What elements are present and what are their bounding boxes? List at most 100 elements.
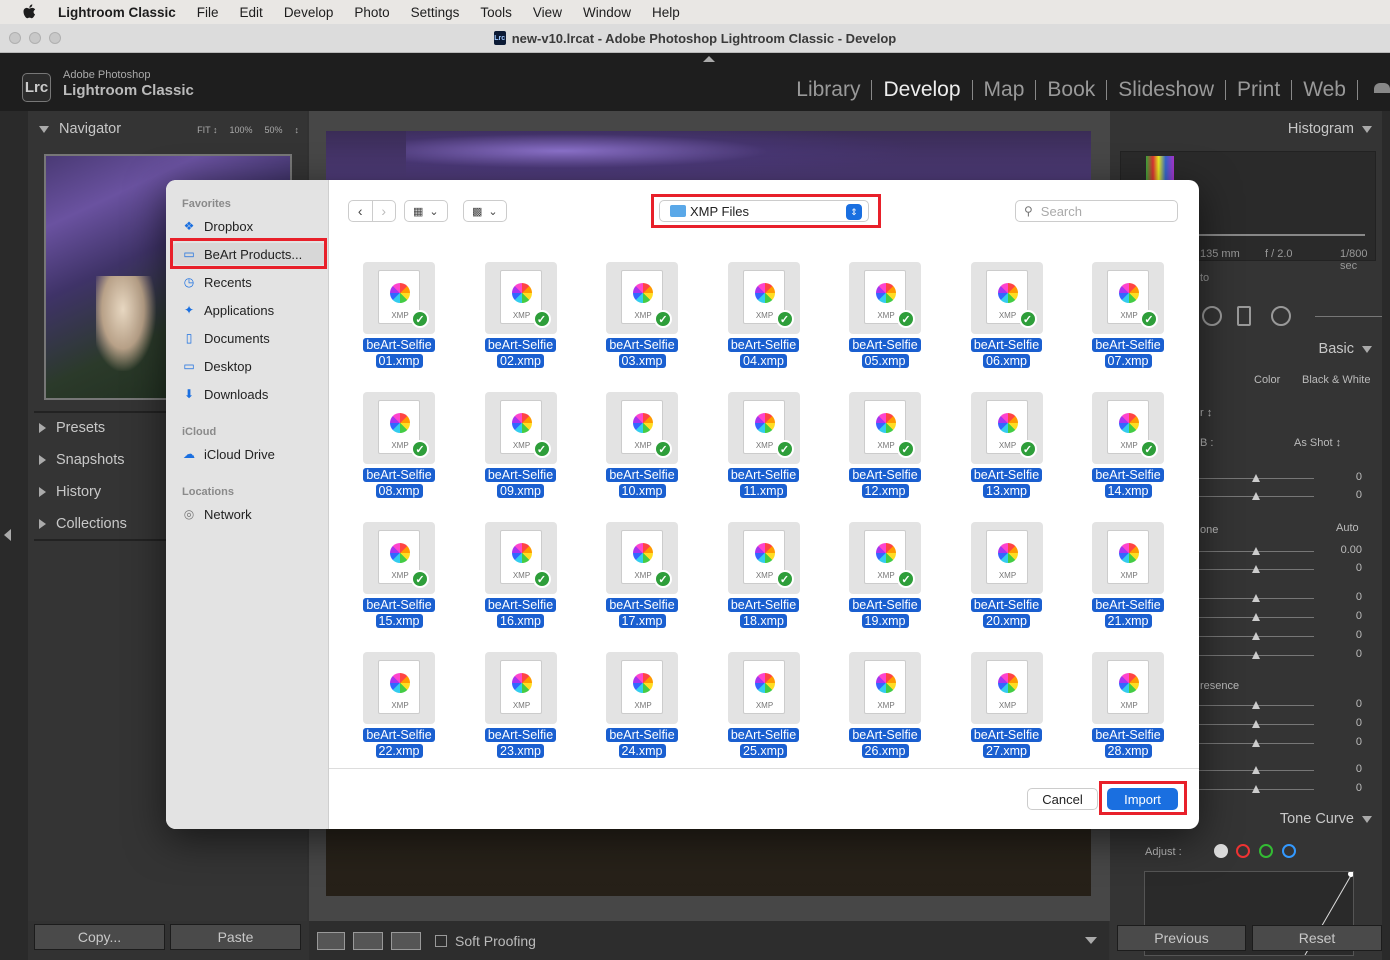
highlights-slider[interactable]	[1194, 594, 1314, 602]
saturation-slider[interactable]	[1194, 785, 1314, 793]
color-treatment[interactable]: Color	[1254, 374, 1280, 386]
temp-value[interactable]: 0	[1356, 471, 1362, 483]
file-item[interactable]: XMP ✓ beArt-Selfie 19.xmp	[815, 502, 925, 628]
red-channel-icon[interactable]	[1236, 844, 1250, 858]
slider-knob[interactable]	[1252, 594, 1260, 602]
whites-value[interactable]: 0	[1356, 629, 1362, 641]
reset-button[interactable]: Reset	[1252, 925, 1382, 951]
module-print[interactable]: Print	[1226, 78, 1291, 102]
zoom-fit[interactable]: FIT ↕	[197, 125, 217, 135]
forward-arrow-icon[interactable]: ›	[373, 201, 396, 221]
tint-slider[interactable]	[1194, 492, 1314, 500]
file-item[interactable]: XMP ✓ beArt-Selfie 03.xmp	[572, 242, 682, 368]
slider-knob[interactable]	[1252, 785, 1260, 793]
bw-treatment[interactable]: Black & White	[1302, 374, 1370, 386]
cancel-button[interactable]: Cancel	[1027, 788, 1098, 810]
exposure-slider[interactable]	[1194, 547, 1314, 555]
before-after-split-icon[interactable]	[391, 931, 421, 950]
slider-knob[interactable]	[1252, 720, 1260, 728]
menu-tools[interactable]: Tools	[480, 5, 512, 20]
file-item[interactable]: XMP ✓ beArt-Selfie 07.xmp	[1058, 242, 1168, 368]
file-item[interactable]: XMP ✓ beArt-Selfie 17.xmp	[572, 502, 682, 628]
sidebar-item-documents[interactable]: ▯ Documents	[182, 327, 322, 349]
group-by-button[interactable]: ▩ ⌄	[463, 200, 507, 222]
blacks-slider[interactable]	[1194, 651, 1314, 659]
whites-slider[interactable]	[1194, 632, 1314, 640]
menu-settings[interactable]: Settings	[411, 5, 460, 20]
sidebar-item-recents[interactable]: ◷ Recents	[182, 271, 322, 293]
sidebar-item-network[interactable]: ◎ Network	[182, 503, 322, 525]
sidebar-item-applications[interactable]: ✦ Applications	[182, 299, 322, 321]
vibrance-value[interactable]: 0	[1356, 763, 1362, 775]
previous-button[interactable]: Previous	[1117, 925, 1246, 951]
module-web[interactable]: Web	[1292, 78, 1357, 102]
blacks-value[interactable]: 0	[1356, 648, 1362, 660]
slider-knob[interactable]	[1252, 474, 1260, 482]
file-item[interactable]: XMP beArt-Selfie 20.xmp	[937, 502, 1047, 628]
wb-value[interactable]: As Shot ↕	[1294, 437, 1341, 449]
file-item[interactable]: XMP ✓ beArt-Selfie 02.xmp	[451, 242, 561, 368]
search-input[interactable]: ⚲ Search	[1015, 200, 1178, 222]
file-item[interactable]: XMP beArt-Selfie 26.xmp	[815, 632, 925, 758]
slider-knob[interactable]	[1252, 565, 1260, 573]
toolbar-menu-icon[interactable]	[1085, 937, 1097, 944]
paste-button[interactable]: Paste	[170, 924, 301, 950]
saturation-value[interactable]: 0	[1356, 782, 1362, 794]
slider-knob[interactable]	[1252, 632, 1260, 640]
slider-knob[interactable]	[1252, 651, 1260, 659]
clarity-slider[interactable]	[1194, 720, 1314, 728]
zoom-more[interactable]: ↕	[295, 125, 300, 135]
blue-channel-icon[interactable]	[1282, 844, 1296, 858]
sidebar-item-downloads[interactable]: ⬇ Downloads	[182, 383, 322, 405]
file-item[interactable]: XMP ✓ beArt-Selfie 16.xmp	[451, 502, 561, 628]
menu-window[interactable]: Window	[583, 5, 631, 20]
slider-knob[interactable]	[1252, 766, 1260, 774]
basic-header[interactable]: Basic	[1319, 341, 1372, 357]
texture-slider[interactable]	[1194, 701, 1314, 709]
file-item[interactable]: XMP ✓ beArt-Selfie 14.xmp	[1058, 372, 1168, 498]
module-slideshow[interactable]: Slideshow	[1107, 78, 1225, 102]
file-item[interactable]: XMP beArt-Selfie 21.xmp	[1058, 502, 1168, 628]
module-library[interactable]: Library	[785, 78, 871, 102]
menu-photo[interactable]: Photo	[354, 5, 389, 20]
sidebar-item-icloud-drive[interactable]: ☁ iCloud Drive	[182, 443, 322, 465]
menu-help[interactable]: Help	[652, 5, 680, 20]
collapse-left-panel-icon[interactable]	[4, 529, 11, 541]
temp-slider[interactable]	[1194, 474, 1314, 482]
slider-knob[interactable]	[1252, 492, 1260, 500]
dehaze-slider[interactable]	[1194, 739, 1314, 747]
point-curve-icon[interactable]	[1214, 844, 1228, 858]
loupe-view-icon[interactable]	[317, 931, 345, 950]
file-item[interactable]: XMP ✓ beArt-Selfie 04.xmp	[694, 242, 804, 368]
zoom-window-button[interactable]	[49, 32, 61, 44]
crop-tool-icon[interactable]	[1202, 306, 1222, 326]
file-item[interactable]: XMP ✓ beArt-Selfie 10.xmp	[572, 372, 682, 498]
shadows-value[interactable]: 0	[1356, 610, 1362, 622]
histogram-header[interactable]: Histogram	[1288, 121, 1372, 137]
file-item[interactable]: XMP ✓ beArt-Selfie 06.xmp	[937, 242, 1047, 368]
back-arrow-icon[interactable]: ‹	[349, 201, 373, 221]
collapse-top-panel-icon[interactable]	[703, 56, 715, 62]
close-window-button[interactable]	[9, 32, 21, 44]
file-item[interactable]: XMP ✓ beArt-Selfie 08.xmp	[329, 372, 439, 498]
sidebar-item-dropbox[interactable]: ❖ Dropbox	[182, 215, 322, 237]
minimize-window-button[interactable]	[29, 32, 41, 44]
clarity-value[interactable]: 0	[1356, 717, 1362, 729]
slider-knob[interactable]	[1252, 547, 1260, 555]
slider-knob[interactable]	[1252, 701, 1260, 709]
cloud-icon[interactable]	[1374, 83, 1390, 93]
auto-tone-button[interactable]: Auto	[1336, 522, 1359, 534]
slider-knob[interactable]	[1252, 613, 1260, 621]
menu-develop[interactable]: Develop	[284, 5, 334, 20]
file-item[interactable]: XMP ✓ beArt-Selfie 13.xmp	[937, 372, 1047, 498]
dehaze-value[interactable]: 0	[1356, 736, 1362, 748]
profile-fragment[interactable]: r ↕	[1200, 407, 1212, 419]
module-map[interactable]: Map	[973, 78, 1036, 102]
file-item[interactable]: XMP beArt-Selfie 22.xmp	[329, 632, 439, 758]
slider-knob[interactable]	[1252, 739, 1260, 747]
shadows-slider[interactable]	[1194, 613, 1314, 621]
menu-app-name[interactable]: Lightroom Classic	[58, 5, 176, 20]
file-item[interactable]: XMP ✓ beArt-Selfie 09.xmp	[451, 372, 561, 498]
soft-proofing-checkbox[interactable]	[435, 934, 447, 947]
zoom-50[interactable]: 50%	[264, 125, 282, 135]
